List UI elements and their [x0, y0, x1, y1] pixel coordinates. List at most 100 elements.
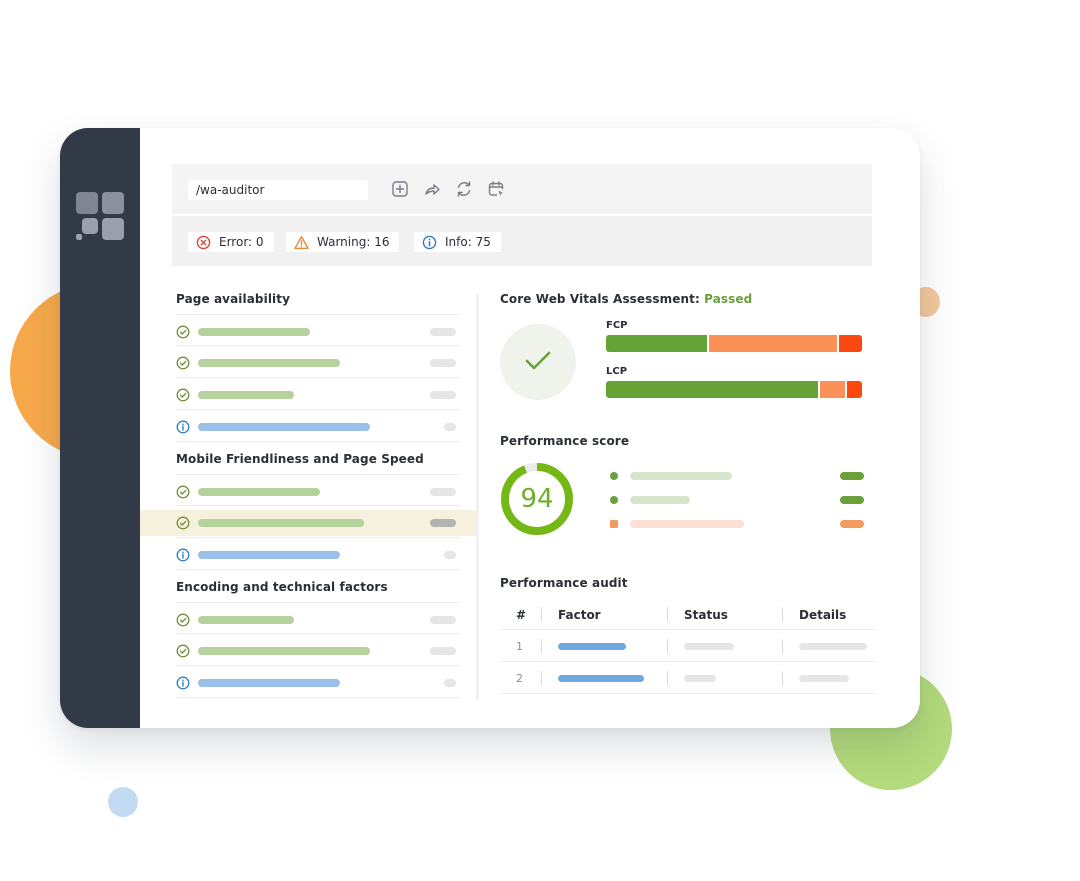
list-item[interactable] — [176, 474, 460, 506]
row-number: 1 — [516, 640, 523, 653]
table-row[interactable]: 2 — [500, 662, 876, 694]
details-placeholder — [799, 643, 867, 650]
details-placeholder — [799, 675, 849, 682]
list-item[interactable] — [176, 666, 460, 698]
item-value-placeholder — [444, 423, 456, 431]
item-value-placeholder — [444, 551, 456, 559]
factor-placeholder — [558, 675, 644, 682]
item-value-placeholder — [430, 647, 456, 655]
list-item[interactable] — [176, 378, 460, 410]
item-label-placeholder — [198, 679, 340, 687]
lcp-label: LCP — [606, 366, 628, 377]
item-label-placeholder — [198, 647, 370, 655]
error-icon — [196, 235, 211, 249]
cwv-passed-badge — [500, 324, 576, 400]
check-circle-icon — [176, 324, 190, 339]
item-value-placeholder — [430, 391, 456, 399]
score-legend-row — [608, 494, 864, 506]
table-row[interactable]: 1 — [500, 630, 876, 662]
column-header-status[interactable]: Status — [684, 608, 728, 622]
schedule-icon[interactable] — [486, 179, 506, 199]
check-circle-icon — [176, 515, 190, 530]
fcp-distribution-bar — [606, 335, 862, 352]
lcp-poor-segment — [846, 381, 862, 398]
legend-value-placeholder — [840, 496, 864, 504]
check-circle-icon — [176, 355, 190, 370]
info-circle-icon — [176, 675, 190, 690]
performance-score-gauge: 94 — [498, 460, 576, 538]
issues-summary-bar: Error: 0 Warning: 16 Info: 75 — [172, 216, 872, 266]
status-placeholder — [684, 675, 716, 682]
info-circle-icon — [176, 419, 190, 434]
item-label-placeholder — [198, 359, 340, 367]
check-circle-icon — [176, 643, 190, 658]
info-icon — [422, 235, 437, 249]
score-legend-row — [608, 470, 864, 482]
legend-label-placeholder — [630, 520, 744, 528]
item-label-placeholder — [198, 551, 340, 559]
cwv-result-label: Passed — [704, 292, 753, 306]
item-label-placeholder — [198, 423, 370, 431]
item-label-placeholder — [198, 616, 294, 624]
warning-count-label: Warning: 16 — [317, 235, 390, 249]
info-count-badge[interactable]: Info: 75 — [414, 232, 501, 252]
legend-label-placeholder — [630, 496, 690, 504]
app-window: Error: 0 Warning: 16 Info: 75 Page avail… — [60, 128, 920, 728]
refresh-icon[interactable] — [454, 179, 474, 199]
factor-placeholder — [558, 643, 626, 650]
item-label-placeholder — [198, 488, 320, 496]
dot-marker-icon — [610, 496, 618, 504]
performance-score-title: Performance score — [500, 434, 630, 448]
item-label-placeholder — [198, 519, 364, 527]
table-header-row: # Factor Status Details — [500, 598, 876, 630]
row-number: 2 — [516, 672, 523, 685]
legend-value-placeholder — [840, 520, 864, 528]
lcp-distribution-bar — [606, 381, 862, 398]
item-label-placeholder — [198, 328, 310, 336]
fcp-label: FCP — [606, 320, 628, 331]
column-header-details[interactable]: Details — [799, 608, 846, 622]
list-item[interactable] — [176, 634, 460, 666]
app-logo-icon[interactable] — [76, 192, 124, 240]
list-item[interactable] — [176, 410, 460, 442]
warning-count-badge[interactable]: Warning: 16 — [286, 232, 400, 252]
cwv-title-label: Core Web Vitals Assessment: — [500, 292, 700, 306]
legend-value-placeholder — [840, 472, 864, 480]
url-input[interactable] — [188, 180, 368, 200]
square-marker-icon — [610, 520, 618, 528]
warning-icon — [294, 235, 309, 249]
item-value-placeholder — [430, 488, 456, 496]
share-icon[interactable] — [422, 179, 442, 199]
item-value-placeholder — [430, 328, 456, 336]
sidebar — [60, 128, 140, 728]
item-value-placeholder — [430, 359, 456, 367]
list-item[interactable] — [176, 314, 460, 346]
panel-divider — [476, 294, 479, 700]
item-value-placeholder — [444, 679, 456, 687]
list-item[interactable] — [176, 602, 460, 634]
fcp-poor-segment — [839, 335, 862, 352]
list-item[interactable] — [176, 346, 460, 378]
item-value-placeholder — [430, 519, 456, 527]
list-item[interactable] — [176, 538, 460, 570]
info-circle-icon — [176, 547, 190, 562]
lcp-good-segment — [606, 381, 818, 398]
section-title-page-availability: Page availability — [176, 292, 291, 306]
list-item[interactable] — [176, 506, 460, 538]
error-count-label: Error: 0 — [219, 235, 264, 249]
add-icon[interactable] — [390, 179, 410, 199]
performance-audit-table: # Factor Status Details 1 2 — [500, 598, 876, 694]
column-header-number[interactable]: # — [516, 608, 526, 622]
column-header-factor[interactable]: Factor — [558, 608, 601, 622]
status-placeholder — [684, 643, 734, 650]
fcp-good-segment — [606, 335, 707, 352]
fcp-needs-improvement-segment — [708, 335, 838, 352]
lcp-needs-improvement-segment — [819, 381, 845, 398]
item-label-placeholder — [198, 391, 294, 399]
info-count-label: Info: 75 — [445, 235, 491, 249]
error-count-badge[interactable]: Error: 0 — [188, 232, 274, 252]
performance-score-value: 94 — [520, 484, 554, 514]
item-value-placeholder — [430, 616, 456, 624]
score-legend-row — [608, 518, 864, 530]
toolbar — [172, 164, 872, 214]
